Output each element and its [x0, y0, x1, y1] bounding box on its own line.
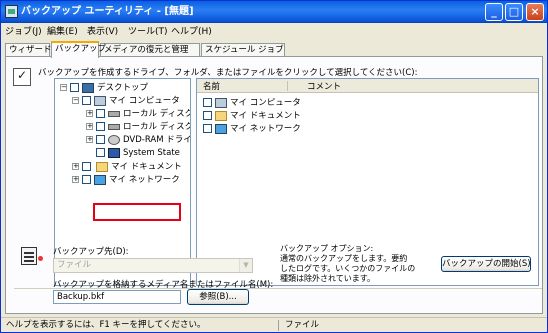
tree-item-desktop[interactable]: − デスクトップ: [55, 82, 190, 94]
browse-button[interactable]: 参照(B)...: [187, 289, 249, 305]
status-divider: [278, 320, 279, 331]
backup-tab-panel: バックアップを作成するドライブ、フォルダ、またはファイルをクリックして選択してく…: [5, 56, 543, 314]
options-line: 種類は除外されています。: [280, 274, 375, 283]
tree-item-my-network[interactable]: + マイ ネットワーク: [55, 174, 190, 186]
checkbox[interactable]: [96, 148, 105, 157]
checkbox[interactable]: [96, 135, 105, 144]
tree-item-system-state[interactable]: System State: [55, 147, 190, 159]
status-type-text: ファイル: [285, 320, 320, 330]
instruction-text: バックアップを作成するドライブ、フォルダ、またはファイルをクリックして選択してく…: [38, 68, 418, 78]
minimize-button[interactable]: _: [485, 3, 503, 21]
checkbox[interactable]: [203, 111, 212, 120]
tree-item-label: マイ コンピュータ: [109, 96, 180, 106]
folder-icon: [96, 162, 108, 172]
expand-icon[interactable]: +: [72, 176, 79, 183]
collapse-icon[interactable]: −: [72, 97, 79, 104]
list-header: 名前 コメント: [197, 79, 538, 93]
tree-item-my-computer[interactable]: − マイ コンピュータ: [55, 95, 190, 107]
folder-icon: [215, 111, 227, 121]
options-title: バックアップ オプション:: [280, 244, 374, 253]
menu-bar: ジョブ(J) 編集(E) 表示(V) ツール(T) ヘルプ(H): [1, 23, 547, 38]
expand-icon[interactable]: +: [72, 163, 79, 170]
maximize-button[interactable]: □: [505, 3, 523, 21]
checkbox[interactable]: [82, 162, 91, 171]
backup-utility-window: バックアップ ユーティリティ - [無題] _ □ × ジョブ(J) 編集(E)…: [0, 0, 548, 333]
expand-icon[interactable]: +: [86, 110, 93, 117]
computer-icon: [94, 96, 106, 106]
tree-item-my-documents[interactable]: + マイ ドキュメント: [55, 161, 190, 173]
tree-item-local-disk-1[interactable]: + ローカル ディスク (: [55, 108, 190, 120]
disk-icon: [108, 124, 120, 130]
destination-value: ファイル: [57, 260, 92, 270]
network-icon: [215, 124, 227, 134]
menu-job[interactable]: ジョブ(J): [5, 24, 42, 37]
tab-wizard[interactable]: ウィザード: [5, 43, 52, 57]
column-comment[interactable]: コメント: [307, 80, 341, 92]
column-divider[interactable]: [287, 81, 288, 91]
window-title: バックアップ ユーティリティ - [無題]: [21, 6, 194, 17]
menu-help[interactable]: ヘルプ(H): [171, 24, 212, 37]
checkbox[interactable]: [96, 109, 105, 118]
tree-item-label: ローカル ディスク (: [123, 122, 191, 132]
menu-view[interactable]: 表示(V): [87, 24, 118, 37]
expand-icon[interactable]: +: [86, 123, 93, 130]
checkbox[interactable]: [70, 83, 79, 92]
backup-options: バックアップ オプション: 通常のバックアップをします。要約 したログです。いく…: [280, 244, 430, 284]
expand-icon[interactable]: +: [86, 136, 93, 143]
column-name[interactable]: 名前: [203, 80, 220, 92]
checkbox[interactable]: [82, 96, 91, 105]
chevron-down-icon[interactable]: ▼: [239, 259, 252, 272]
destination-label: バックアップ先(D):: [53, 247, 129, 257]
destination-select[interactable]: ファイル ▼: [53, 258, 253, 273]
title-bar[interactable]: バックアップ ユーティリティ - [無題] _ □ ×: [1, 1, 547, 23]
checkbox[interactable]: [82, 175, 91, 184]
menu-tools[interactable]: ツール(T): [128, 24, 168, 37]
computer-icon: [215, 98, 227, 108]
checkbox[interactable]: [203, 124, 212, 133]
tree-item-label: マイ ドキュメント: [111, 162, 182, 172]
tree-item-local-disk-2[interactable]: + ローカル ディスク (: [55, 121, 190, 133]
options-line: 通常のバックアップをします。要約: [280, 254, 408, 263]
my-documents-highlight: [93, 203, 181, 221]
status-bar: ヘルプを表示するには、F1 キーを押してください。 ファイル: [1, 317, 547, 332]
tree-item-label: System State: [123, 148, 180, 158]
tab-schedule[interactable]: スケジュール ジョブ: [201, 43, 285, 57]
desktop-icon: [82, 83, 94, 93]
backup-destination-icon: [21, 247, 37, 265]
checkbox[interactable]: [203, 98, 212, 107]
collapse-icon[interactable]: −: [60, 84, 67, 91]
network-icon: [94, 175, 106, 185]
destination-marker-icon: [38, 256, 43, 261]
start-backup-button[interactable]: バックアップの開始(S): [441, 256, 531, 272]
system-state-icon: [108, 148, 120, 158]
status-help-text: ヘルプを表示するには、F1 キーを押してください。: [6, 320, 206, 330]
checkbox[interactable]: [96, 122, 105, 131]
list-item-label: マイ ドキュメント: [230, 111, 301, 121]
backup-app-icon: [5, 5, 18, 18]
dvd-drive-icon: [108, 135, 120, 145]
filename-input[interactable]: Backup.bkf: [53, 290, 181, 304]
list-item-label: マイ ネットワーク: [230, 124, 301, 134]
menu-edit[interactable]: 編集(E): [47, 24, 78, 37]
tree-item-label: マイ ネットワーク: [109, 175, 180, 185]
checklist-icon: [13, 68, 31, 86]
tree-item-dvd-drive[interactable]: + DVD-RAM ドライ: [55, 134, 190, 146]
tab-backup[interactable]: バックアップ: [51, 41, 106, 58]
tree-item-label: DVD-RAM ドライ: [123, 135, 191, 145]
disk-icon: [108, 111, 120, 117]
close-button[interactable]: ×: [526, 3, 544, 21]
tree-item-label: デスクトップ: [97, 83, 149, 93]
list-item-label: マイ コンピュータ: [230, 98, 301, 108]
options-line: したログです。いくつかのファイルの: [280, 264, 416, 273]
tab-restore-manage[interactable]: メディアの復元と管理: [100, 43, 200, 57]
tree-item-label: ローカル ディスク (: [123, 109, 191, 119]
